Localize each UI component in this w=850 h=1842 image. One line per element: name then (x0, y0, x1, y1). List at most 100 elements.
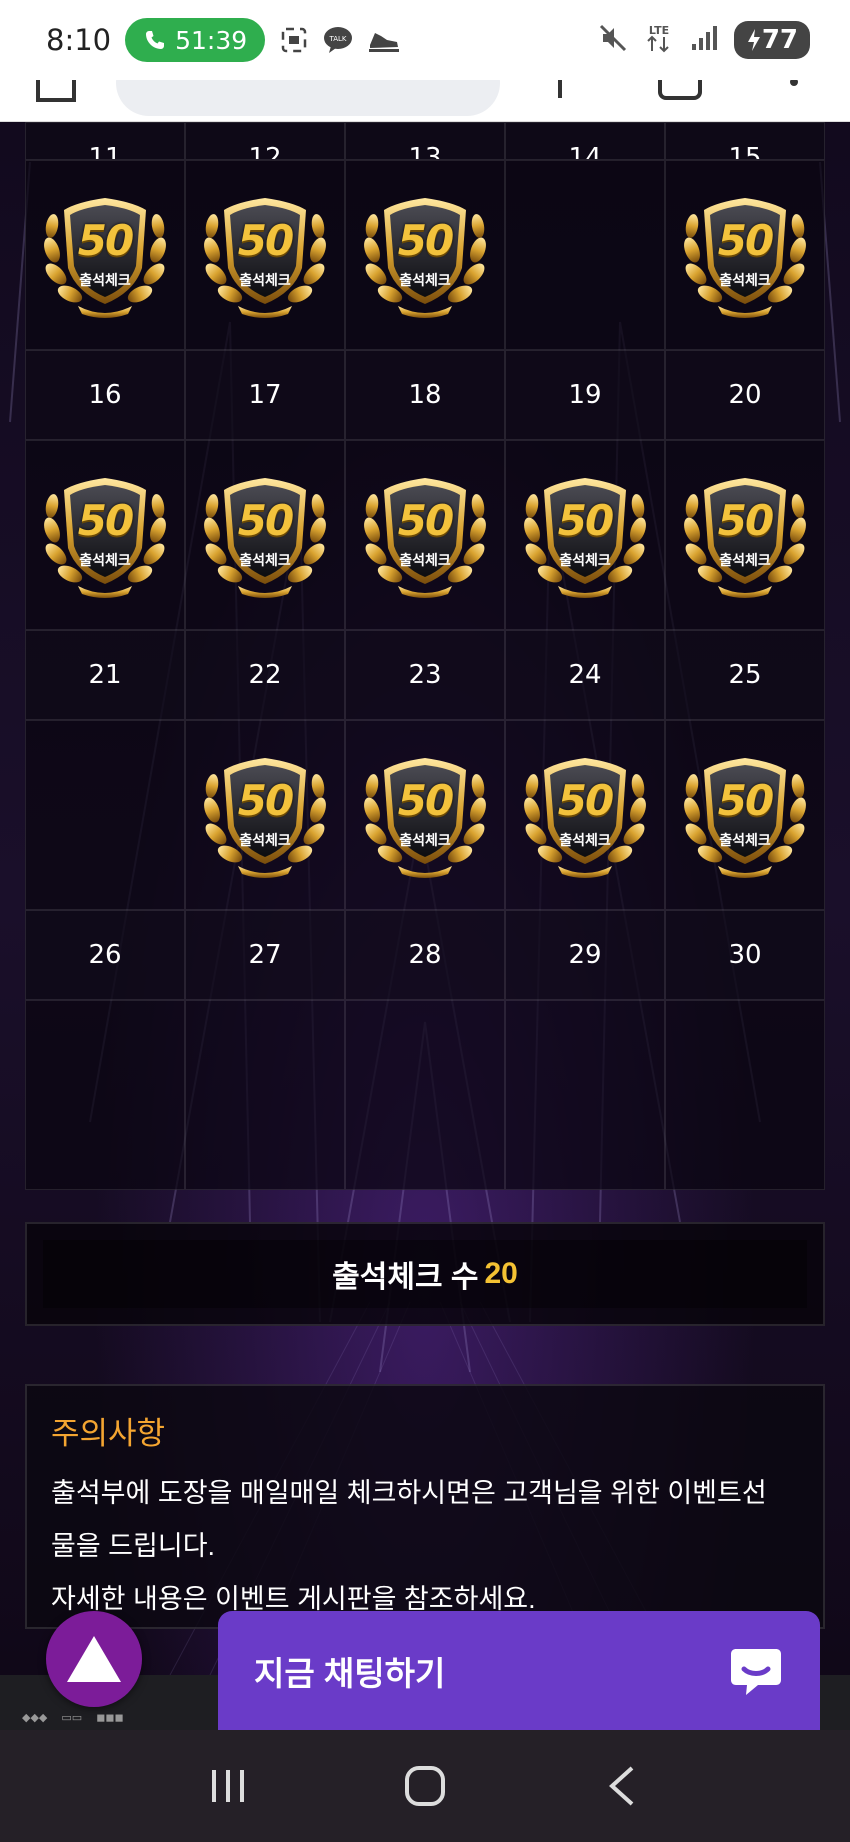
stamp-label: 출석체크 (239, 552, 291, 568)
notice-line: 출석부에 도장을 매일매일 체크하시면은 고객님을 위한 이벤트선 (51, 1478, 767, 1508)
stamp-cell-checked[interactable]: 50 출석체크 (185, 720, 345, 910)
menu-icon[interactable] (790, 80, 798, 86)
screenshot-icon (279, 25, 309, 55)
day-number: 24 (505, 630, 665, 720)
battery-level: 77 (761, 25, 798, 55)
stamp-cell-checked[interactable]: 50 출석체크 (665, 160, 825, 350)
day-number-cell: 11 (25, 122, 185, 160)
live-chat-button[interactable]: 지금 채팅하기 (218, 1611, 820, 1730)
new-tab-icon[interactable] (558, 80, 562, 98)
attendance-stamp: 50 출석체크 (518, 748, 652, 882)
home-button[interactable] (395, 1756, 455, 1816)
stamp-label: 출석체크 (79, 552, 131, 568)
day-number-row: 16 17 18 19 20 (25, 350, 825, 440)
stamp-number: 50 (557, 496, 614, 545)
attendance-stamp: 50 출석체크 (358, 468, 492, 602)
stamp-row: 50 출석체크 (25, 440, 825, 630)
stamp-cell-checked[interactable]: 50 출석체크 (505, 720, 665, 910)
day-number: 29 (505, 910, 665, 1000)
stamp-cell-checked[interactable]: 50 출석체크 (345, 440, 505, 630)
stamp-label: 출석체크 (239, 832, 291, 848)
browser-toolbar (0, 80, 850, 122)
stamp-label: 출석체크 (399, 552, 451, 568)
back-button[interactable] (592, 1756, 652, 1816)
address-bar[interactable] (116, 80, 500, 116)
day-number-row: 21 22 23 24 25 (25, 630, 825, 720)
partner-logo: ◆◆◆ (22, 1712, 48, 1724)
attendance-stamp: 50 출석체크 (198, 188, 332, 322)
stamp-cell-checked[interactable]: 50 출석체크 (25, 440, 185, 630)
mute-icon (598, 23, 628, 58)
stamp-row (25, 1000, 825, 1190)
stamp-cell-empty[interactable] (25, 720, 185, 910)
lte-icon: LTE (642, 21, 676, 60)
attendance-count-label: 출석체크 수 (332, 1261, 479, 1294)
stamp-cell-checked[interactable]: 50 출석체크 (185, 160, 345, 350)
day-number: 18 (345, 350, 505, 440)
recent-apps-icon (212, 1770, 245, 1802)
stamp-row: 50 출석체크 (25, 160, 825, 350)
call-indicator[interactable]: 51:39 (125, 18, 266, 62)
day-number: 26 (25, 910, 185, 1000)
notice-title: 주의사항 (51, 1416, 166, 1451)
scroll-top-button[interactable] (46, 1611, 142, 1707)
day-number: 21 (25, 630, 185, 720)
attendance-stamp: 50 출석체크 (678, 188, 812, 322)
attendance-stamp: 50 출석체크 (38, 188, 172, 322)
attendance-stamp: 50 출석체크 (38, 468, 172, 602)
stamp-number: 50 (77, 216, 134, 265)
stamp-cell-empty[interactable] (25, 1000, 185, 1190)
day-number: 20 (665, 350, 825, 440)
stamp-cell-empty[interactable] (185, 1000, 345, 1190)
day-number: 14 (568, 143, 602, 160)
stamp-cell-empty[interactable] (665, 1000, 825, 1190)
status-time: 8:10 (46, 23, 112, 57)
stamp-cell-empty[interactable] (345, 1000, 505, 1190)
stamp-label: 출석체크 (399, 832, 451, 848)
recent-apps-button[interactable] (198, 1756, 258, 1816)
day-number: 15 (728, 143, 762, 160)
stamp-number: 50 (77, 496, 134, 545)
day-number: 11 (88, 143, 122, 160)
back-arrow-icon (608, 1766, 633, 1806)
attendance-stamp: 50 출석체크 (198, 468, 332, 602)
day-number-cell: 12 (185, 122, 345, 160)
stamp-label: 출석체크 (399, 272, 451, 288)
day-number: 19 (505, 350, 665, 440)
talk-icon: TALK (323, 26, 353, 54)
svg-text:TALK: TALK (329, 35, 347, 43)
tabs-icon[interactable] (658, 80, 702, 100)
stamp-cell-checked[interactable]: 50 출석체크 (185, 440, 345, 630)
stamp-cell-checked[interactable]: 50 출석체크 (665, 720, 825, 910)
home-icon[interactable] (36, 80, 76, 102)
stamp-number: 50 (557, 776, 614, 825)
stamp-label: 출석체크 (719, 832, 771, 848)
phone-icon (146, 31, 165, 49)
day-number: 12 (248, 143, 282, 160)
stamp-cell-empty[interactable] (505, 1000, 665, 1190)
day-number: 13 (408, 143, 442, 160)
stamp-cell-checked[interactable]: 50 출석체크 (505, 440, 665, 630)
day-number: 16 (25, 350, 185, 440)
notice-box: 주의사항 출석부에 도장을 매일매일 체크하시면은 고객님을 위한 이벤트선 물… (25, 1384, 825, 1629)
attendance-count-box: 출석체크 수 20 (25, 1222, 825, 1326)
attendance-count-value: 20 (484, 1257, 518, 1290)
day-number-row: 26 27 28 29 30 (25, 910, 825, 1000)
stamp-cell-checked[interactable]: 50 출석체크 (345, 160, 505, 350)
calendar-week-partial: 11 12 13 14 15 (25, 122, 825, 160)
day-number-cell: 13 (345, 122, 505, 160)
triangle-up-icon (67, 1636, 121, 1682)
stamp-cell-checked[interactable]: 50 출석체크 (25, 160, 185, 350)
stamp-cell-checked[interactable]: 50 출석체크 (665, 440, 825, 630)
stamp-cell-checked[interactable]: 50 출석체크 (345, 720, 505, 910)
partner-logo: ▭▭ (61, 1712, 83, 1724)
stamp-number: 50 (237, 216, 294, 265)
stamp-cell-empty[interactable] (505, 160, 665, 350)
stamp-label: 출석체크 (719, 272, 771, 288)
stamp-label: 출석체크 (559, 832, 611, 848)
partner-logo: ◼◼◼ (96, 1712, 124, 1724)
stamp-number: 50 (397, 216, 454, 265)
attendance-stamp: 50 출석체크 (678, 468, 812, 602)
status-bar: 8:10 51:39 TALK LTE 77 (0, 0, 850, 80)
svg-text:LTE: LTE (649, 24, 669, 37)
